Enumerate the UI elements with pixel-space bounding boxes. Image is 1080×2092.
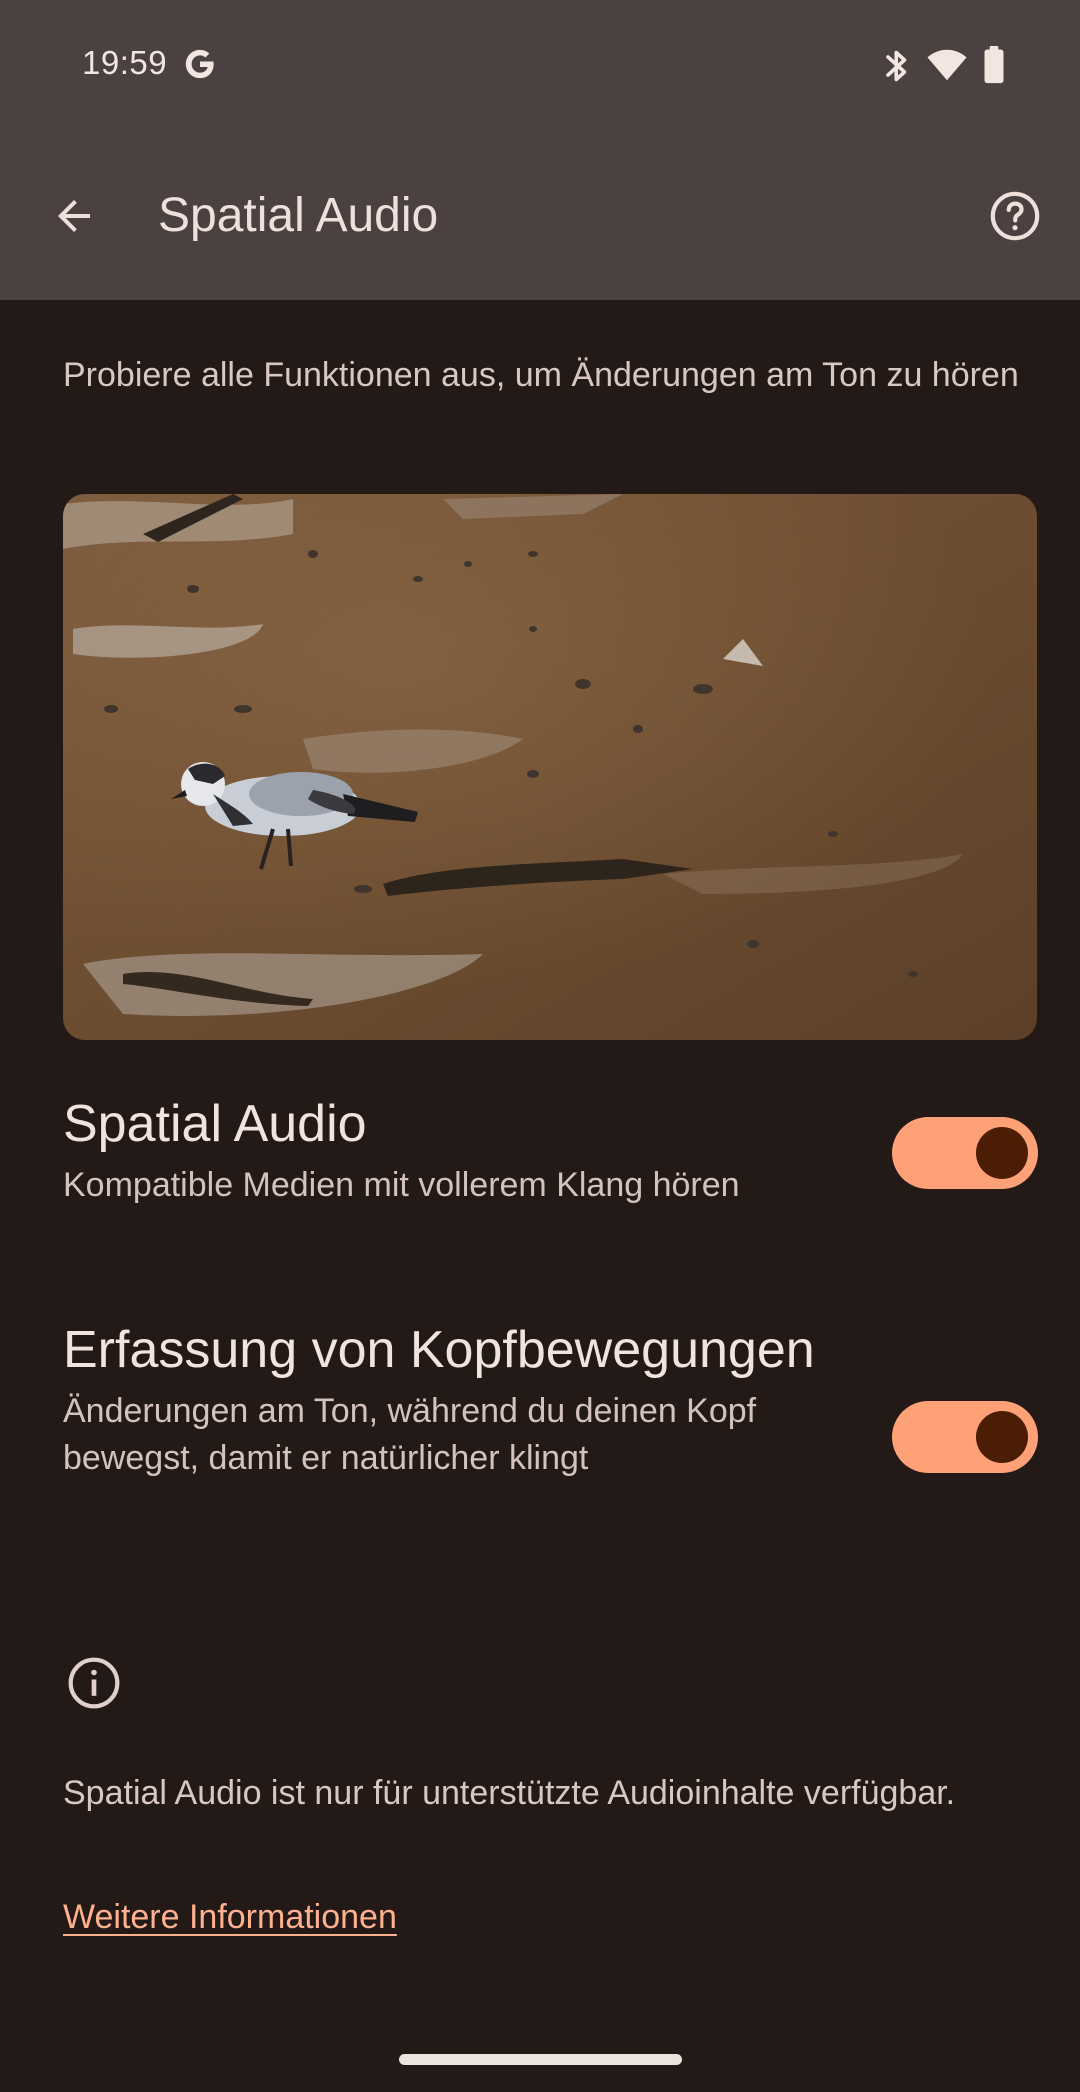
bluetooth-icon (886, 50, 907, 82)
google-g-icon (185, 49, 214, 79)
help-button[interactable] (983, 184, 1047, 248)
back-button[interactable] (42, 184, 106, 248)
toggle-thumb (976, 1411, 1028, 1463)
toggle-thumb (976, 1127, 1028, 1179)
footer-text: Spatial Audio ist nur für unterstützte A… (63, 1774, 956, 1812)
spatial-audio-toggle[interactable] (892, 1117, 1038, 1189)
status-time: 19:59 (82, 44, 168, 81)
learn-more-link[interactable]: Weitere Informationen (63, 1894, 397, 1941)
top-app-area: 19:59 Spatial Audio (0, 0, 1080, 300)
arrow-back-icon (58, 200, 90, 232)
setting-title: Erfassung von Kopfbewegungen (63, 1321, 815, 1379)
preview-image (63, 494, 1037, 1040)
page-title: Spatial Audio (158, 189, 439, 242)
setting-summary: Änderungen am Ton, während du deinen Kop… (63, 1392, 757, 1477)
setting-title: Spatial Audio (63, 1095, 367, 1153)
spatial-audio-settings-screen: 19:59 Spatial Audio Probiere alle Funkti… (0, 0, 1080, 2092)
setting-summary: Kompatible Medien mit vollerem Klang hör… (63, 1166, 740, 1204)
bird-on-mudflat-illustration (63, 494, 1037, 1040)
wifi-icon (927, 49, 967, 81)
gesture-navigation-bar[interactable] (399, 2054, 682, 2065)
head-tracking-toggle[interactable] (892, 1401, 1038, 1473)
help-circle-icon (990, 191, 1040, 241)
battery-icon (984, 46, 1004, 84)
info-icon (68, 1657, 120, 1709)
intro-text: Probiere alle Funktionen aus, um Änderun… (63, 356, 1019, 394)
